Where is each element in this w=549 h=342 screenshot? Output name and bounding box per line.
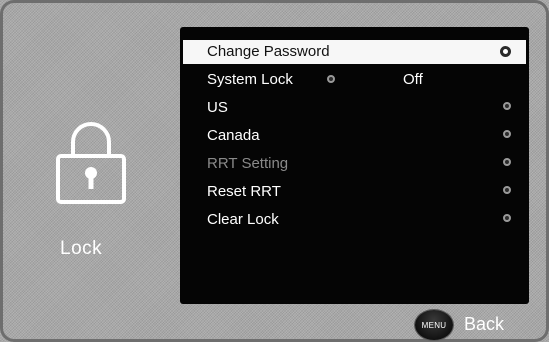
menu-item-reset-rrt[interactable]: Reset RRT (183, 180, 526, 204)
selected-bullet-icon (500, 46, 511, 57)
bullet-icon (503, 102, 511, 110)
menu-item-label: Change Password (207, 43, 330, 60)
bullet-icon (503, 158, 511, 166)
menu-item-canada[interactable]: Canada (183, 124, 526, 148)
menu-button[interactable]: MENU (415, 310, 453, 340)
menu-item-rrt-setting: RRT Setting (183, 152, 526, 176)
menu-item-system-lock[interactable]: System Lock Off (183, 68, 526, 92)
bullet-icon (503, 186, 511, 194)
back-label[interactable]: Back (464, 314, 504, 335)
bullet-icon (327, 75, 335, 83)
category-label: Lock (60, 238, 103, 259)
lock-menu-panel: Change Password System Lock Off US Canad… (180, 27, 529, 304)
menu-item-label: RRT Setting (207, 155, 289, 172)
menu-item-label: US (207, 99, 228, 116)
menu-item-label: Reset RRT (207, 183, 281, 200)
menu-item-clear-lock[interactable]: Clear Lock (183, 208, 526, 232)
bullet-icon (503, 130, 511, 138)
tv-screen: Lock Change Password System Lock Off US … (0, 0, 549, 342)
system-lock-value: Off (403, 71, 423, 88)
menu-item-label: System Lock (207, 71, 293, 88)
bullet-icon (503, 214, 511, 222)
menu-item-us[interactable]: US (183, 96, 526, 120)
menu-item-label: Canada (207, 127, 260, 144)
menu-item-label: Clear Lock (207, 211, 279, 228)
menu-item-change-password[interactable]: Change Password (183, 40, 526, 64)
menu-list: Change Password System Lock Off US Canad… (183, 40, 526, 236)
lock-icon (56, 122, 126, 204)
menu-button-label: MENU (421, 320, 447, 330)
